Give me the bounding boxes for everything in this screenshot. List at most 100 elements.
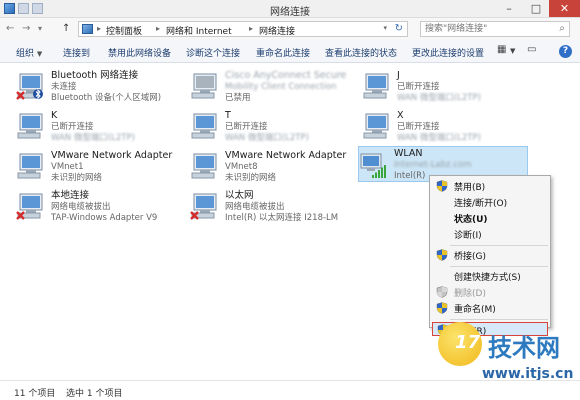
connection-text: X 已断开连接 WAN 微型端口(L2TP) — [397, 110, 481, 144]
close-button[interactable]: ✕ — [549, 0, 580, 17]
connection-status: 网络电缆被拔出 — [225, 202, 285, 212]
menu-item: 删除(D) — [432, 285, 548, 299]
connection-item[interactable]: Cisco AnyConnect Secure Mobility Client C… — [190, 69, 360, 105]
preview-pane-icon[interactable]: ▭ — [527, 44, 536, 55]
selected-count: 选中 1 个项目 — [66, 389, 123, 399]
connection-text: K 已断开连接 WAN 微型端口(L2TP) — [51, 110, 135, 144]
network-adapter-icon — [190, 191, 220, 221]
change-settings-button[interactable]: 更改此连接的设置 — [412, 46, 484, 59]
connection-device: 未识别的网络 — [225, 173, 277, 183]
connection-device: Intel(R) 以太网连接 I218-LM — [225, 213, 339, 223]
menu-item-label: 创建快捷方式(S) — [454, 273, 521, 283]
connection-name: X — [397, 110, 404, 121]
menu-item-label: 重命名(M) — [454, 305, 496, 315]
breadcrumb-separator-icon[interactable]: ▸ — [97, 24, 101, 33]
watermark-logo: 17 — [438, 322, 482, 366]
maximize-button[interactable]: □ — [522, 0, 550, 17]
connection-text: 本地连接 网络电缆被拔出 TAP-Windows Adapter V9 — [51, 190, 157, 224]
connection-item[interactable]: Bluetooth 网络连接 未连接 Bluetooth 设备(个人区域网) — [16, 69, 186, 105]
uac-shield-icon — [436, 249, 448, 261]
connection-device: Bluetooth 设备(个人区域网) — [51, 93, 162, 103]
connection-name: 本地连接 — [51, 190, 90, 201]
chevron-down-icon: ▼ — [36, 50, 43, 58]
view-options-icon[interactable]: ▦ — [497, 44, 506, 55]
connection-device: TAP-Windows Adapter V9 — [51, 213, 158, 223]
connection-status: VMnet8 — [225, 162, 258, 172]
network-adapter-icon — [16, 111, 46, 141]
connection-status: 网络电缆被拔出 — [51, 202, 111, 212]
refresh-icon[interactable]: ↻ — [395, 23, 403, 34]
up-button[interactable]: ↑ — [62, 23, 70, 34]
address-row: ← → ▾ ↑ ▸ 控制面板 ▸ 网络和 Internet ▸ 网络连接 ▾ ↻… — [0, 18, 580, 40]
menu-item[interactable]: 诊断(I) — [432, 227, 548, 241]
forward-button[interactable]: → — [22, 23, 30, 34]
connection-device: 未识别的网络 — [51, 173, 103, 183]
connection-item[interactable]: 以太网 网络电缆被拔出 Intel(R) 以太网连接 I218-LM — [190, 189, 360, 225]
watermark-brand: 技术网 — [488, 334, 560, 362]
title-bar: 网络连接 – □ ✕ — [0, 0, 580, 18]
connection-device: WAN 微型端口(L2TP) — [397, 93, 481, 103]
help-icon[interactable]: ? — [559, 45, 572, 58]
connection-device: WAN 微型端口(L2TP) — [51, 133, 135, 143]
connection-item[interactable]: T 已断开连接 WAN 微型端口(L2TP) — [190, 109, 360, 145]
organize-label: 组织 — [16, 49, 35, 59]
network-adapter-icon — [362, 111, 392, 141]
organize-button[interactable]: 组织 ▼ — [16, 46, 42, 59]
back-button[interactable]: ← — [6, 23, 14, 34]
connection-item[interactable]: VMware Network Adapter VMnet8 未识别的网络 — [190, 149, 360, 185]
connection-name: T — [225, 110, 231, 121]
breadcrumb-network-connections[interactable]: 网络连接 — [259, 24, 295, 37]
breadcrumb-control-panel[interactable]: 控制面板 — [106, 24, 142, 37]
recent-dropdown-button[interactable]: ▾ — [38, 24, 42, 33]
connection-item[interactable]: X 已断开连接 WAN 微型端口(L2TP) — [362, 109, 532, 145]
search-input[interactable] — [421, 22, 546, 36]
network-adapter-icon — [362, 71, 392, 101]
status-bar: 11 个项目 选中 1 个项目 — [0, 380, 580, 400]
view-status-button[interactable]: 查看此连接的状态 — [325, 46, 397, 59]
view-dropdown-icon[interactable]: ▼ — [510, 47, 515, 55]
menu-item[interactable]: 状态(U) — [432, 211, 548, 225]
control-panel-icon — [82, 24, 93, 34]
connect-to-button[interactable]: 连接到 — [63, 46, 90, 59]
connection-name: Cisco AnyConnect Secure — [225, 70, 347, 81]
menu-item[interactable]: 连接/断开(O) — [432, 195, 548, 209]
address-bar[interactable]: ▸ 控制面板 ▸ 网络和 Internet ▸ 网络连接 ▾ ↻ — [78, 21, 408, 37]
menu-item[interactable]: 重命名(M) — [432, 301, 548, 315]
breadcrumb-separator-icon[interactable]: ▸ — [156, 24, 160, 33]
connection-status: 已断开连接 — [397, 82, 440, 92]
disable-device-button[interactable]: 禁用此网络设备 — [108, 46, 171, 59]
menu-item-label: 禁用(B) — [454, 183, 486, 193]
connection-text: T 已断开连接 WAN 微型端口(L2TP) — [225, 110, 309, 144]
diagnose-connection-button[interactable]: 诊断这个连接 — [186, 46, 240, 59]
uac-shield-icon — [436, 286, 448, 298]
minimize-button[interactable]: – — [495, 0, 523, 17]
network-adapter-icon — [190, 71, 220, 101]
connection-device: WAN 微型端口(L2TP) — [397, 133, 481, 143]
connection-text: Cisco AnyConnect Secure Mobility Client C… — [225, 70, 346, 104]
command-bar: 组织 ▼ 连接到 禁用此网络设备 诊断这个连接 重命名此连接 查看此连接的状态 … — [0, 40, 580, 63]
menu-item[interactable]: 禁用(B) — [432, 179, 548, 193]
rename-connection-button[interactable]: 重命名此连接 — [256, 46, 310, 59]
connection-text: Bluetooth 网络连接 未连接 Bluetooth 设备(个人区域网) — [51, 70, 161, 104]
connection-text: VMware Network Adapter VMnet1 未识别的网络 — [51, 150, 172, 184]
menu-item-label: 桥接(G) — [454, 252, 486, 262]
connection-item[interactable]: 本地连接 网络电缆被拔出 TAP-Windows Adapter V9 — [16, 189, 186, 225]
search-icon[interactable]: ⌕ — [559, 23, 565, 34]
address-dropdown-icon[interactable]: ▾ — [383, 24, 387, 32]
connection-item[interactable]: VMware Network Adapter VMnet1 未识别的网络 — [16, 149, 186, 185]
menu-item-label: 状态(U) — [454, 215, 488, 225]
connection-item[interactable]: K 已断开连接 WAN 微型端口(L2TP) — [16, 109, 186, 145]
network-adapter-icon — [16, 151, 46, 181]
menu-item[interactable]: 桥接(G) — [432, 248, 548, 262]
connection-device: WAN 微型端口(L2TP) — [225, 133, 309, 143]
connection-item[interactable]: J 已断开连接 WAN 微型端口(L2TP) — [362, 69, 532, 105]
wifi-adapter-icon — [359, 149, 389, 179]
menu-item[interactable]: 创建快捷方式(S) — [432, 269, 548, 283]
breadcrumb-separator-icon[interactable]: ▸ — [249, 24, 253, 33]
menu-item-label: 诊断(I) — [454, 231, 482, 241]
network-adapter-icon — [16, 191, 46, 221]
connection-name: K — [51, 110, 58, 121]
network-adapter-icon — [190, 111, 220, 141]
search-box[interactable]: ⌕ — [420, 21, 570, 37]
breadcrumb-network-internet[interactable]: 网络和 Internet — [166, 24, 232, 37]
